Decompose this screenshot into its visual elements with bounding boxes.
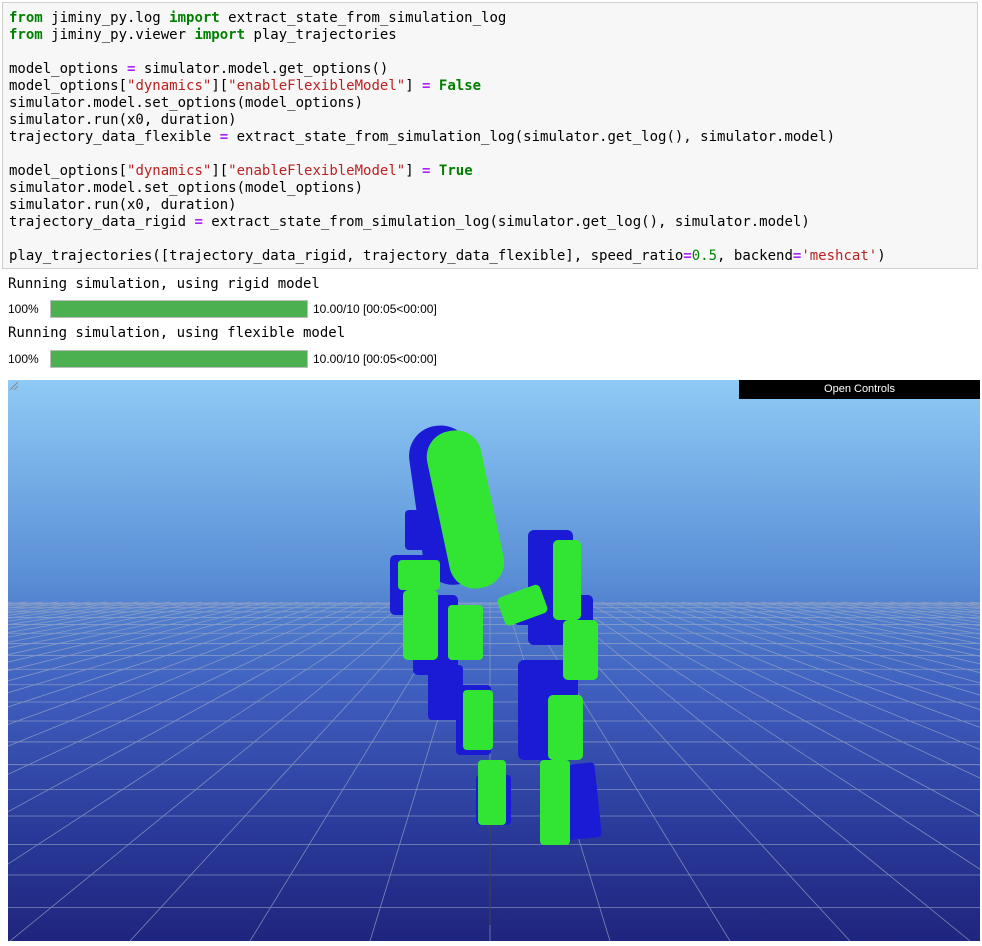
scene-canvas[interactable] xyxy=(8,380,980,941)
open-controls-button[interactable]: Open Controls xyxy=(739,380,980,399)
progress-info: 10.00/10 [00:05<00:00] xyxy=(313,352,437,366)
progress-fill xyxy=(51,301,307,317)
code-editor[interactable]: from jiminy_py.log import extract_state_… xyxy=(9,10,886,265)
code-line: simulator.run(x0, duration) xyxy=(9,112,237,128)
code-line: simulator.run(x0, duration) xyxy=(9,197,237,213)
progress-row-rigid: 100% 10.00/10 [00:05<00:00] xyxy=(8,299,437,319)
code-line: from jiminy_py.viewer import play_trajec… xyxy=(9,27,397,43)
code-line: simulator.model.set_options(model_option… xyxy=(9,180,364,196)
progress-percent: 100% xyxy=(8,302,39,316)
code-line: simulator.model.set_options(model_option… xyxy=(9,95,364,111)
progress-percent: 100% xyxy=(8,352,39,366)
meshcat-viewer[interactable]: Open Controls xyxy=(8,380,980,941)
progress-row-flexible: 100% 10.00/10 [00:05<00:00] xyxy=(8,349,437,369)
code-line: model_options["dynamics"]["enableFlexibl… xyxy=(9,78,482,94)
output-rigid-message: Running simulation, using rigid model xyxy=(8,276,320,292)
resize-grip-icon[interactable] xyxy=(8,380,18,390)
progress-bar xyxy=(50,300,308,318)
code-line: play_trajectories([trajectory_data_rigid… xyxy=(9,248,886,264)
progress-fill xyxy=(51,351,307,367)
output-flexible-message: Running simulation, using flexible model xyxy=(8,325,346,341)
progress-info: 10.00/10 [00:05<00:00] xyxy=(313,302,437,316)
code-line: trajectory_data_rigid = extract_state_fr… xyxy=(9,214,810,230)
code-line: model_options = simulator.model.get_opti… xyxy=(9,61,389,77)
code-line: trajectory_data_flexible = extract_state… xyxy=(9,129,836,145)
code-line: model_options["dynamics"]["enableFlexibl… xyxy=(9,163,473,179)
progress-bar xyxy=(50,350,308,368)
code-line: from jiminy_py.log import extract_state_… xyxy=(9,10,507,26)
code-cell[interactable]: from jiminy_py.log import extract_state_… xyxy=(2,2,978,269)
